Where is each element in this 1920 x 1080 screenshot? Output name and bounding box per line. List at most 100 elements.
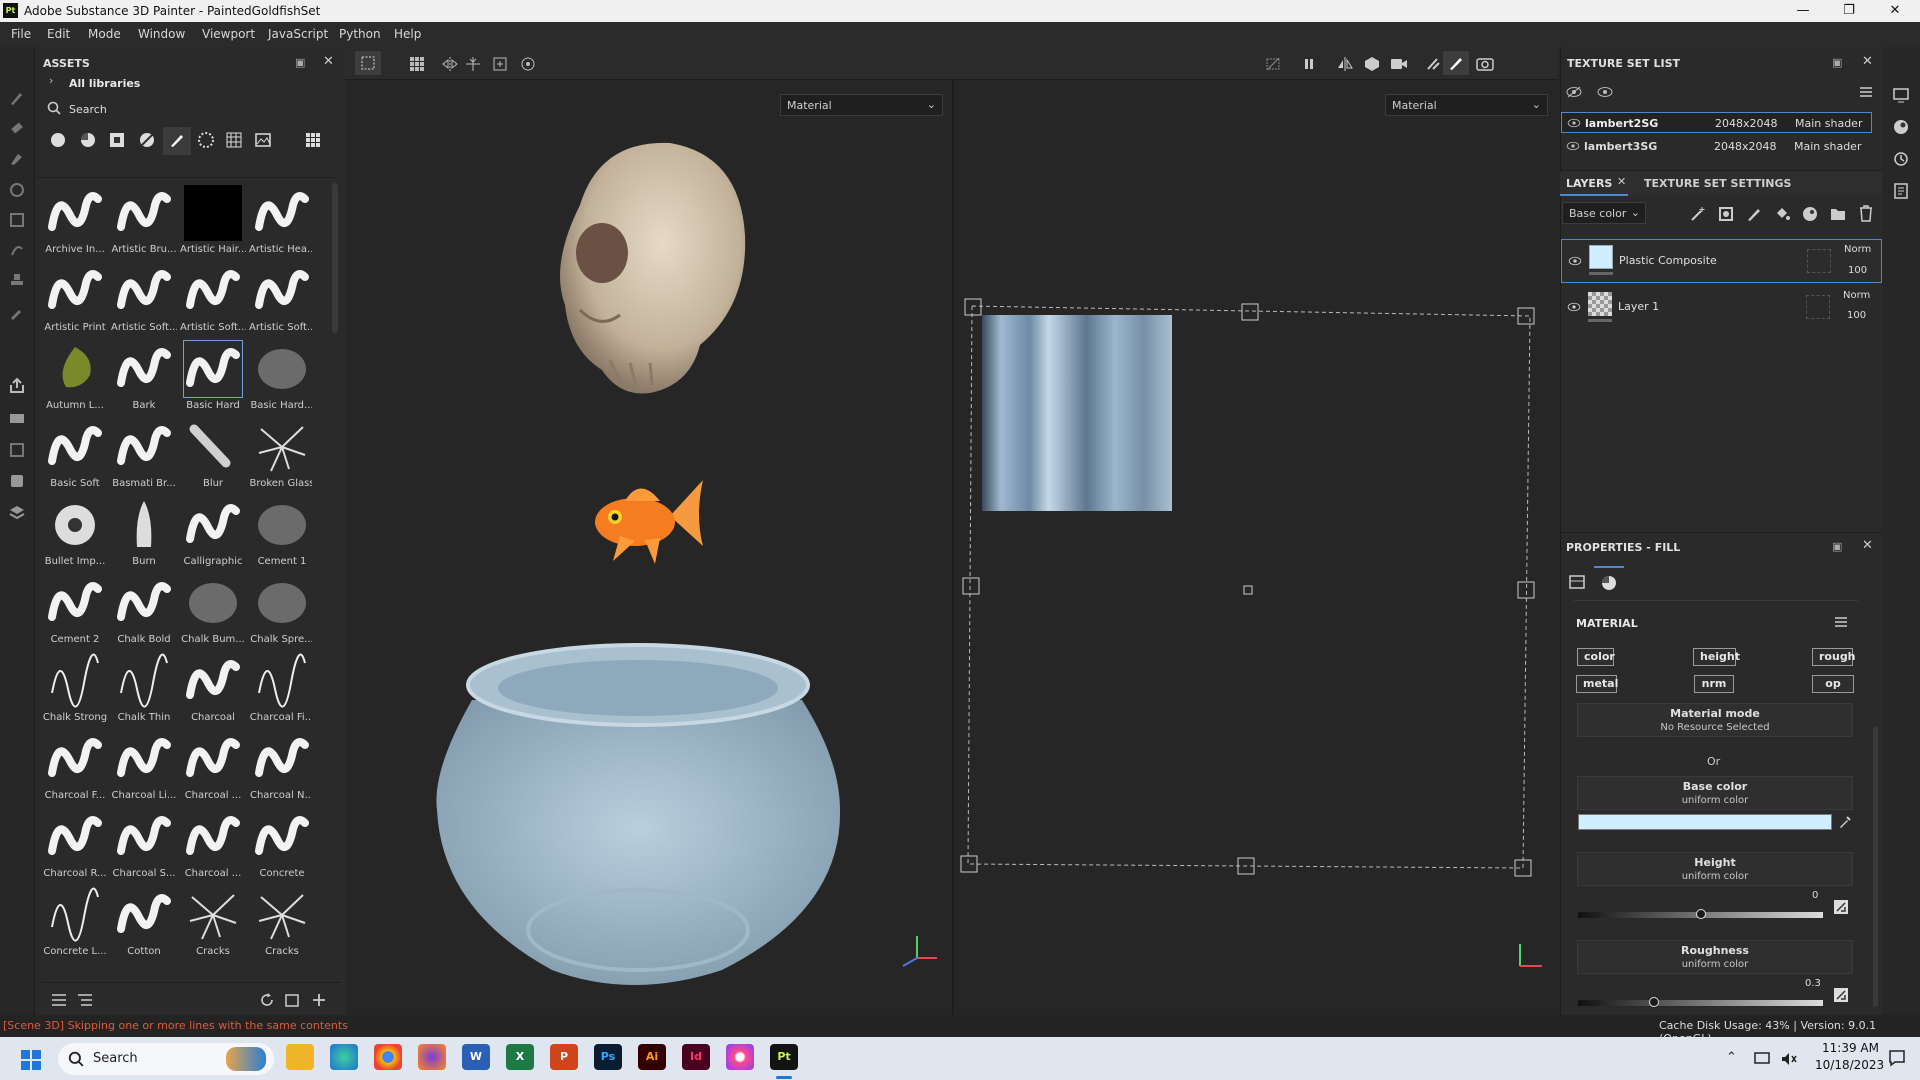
layer-row[interactable]: Plastic Composite Norm 100 [1561,239,1882,283]
brush-item[interactable]: Autumn L... [42,339,108,415]
color-picker-icon[interactable] [8,303,26,321]
brush-item[interactable]: Basmati Br... [111,417,177,493]
brush-item[interactable]: Charcoal Fi... [249,651,312,727]
eraser-icon[interactable] [8,119,26,137]
brush-item[interactable]: Basic Soft [42,417,108,493]
brush-item[interactable]: Charcoal S... [111,807,177,883]
roughness-slider[interactable] [1578,997,1823,1007]
brush-item[interactable]: Burn [111,495,177,571]
align-icon[interactable] [465,56,481,72]
height-slider[interactable] [1578,909,1823,919]
pause-icon[interactable] [1301,56,1317,72]
menu-viewport[interactable]: Viewport [202,27,255,41]
eye-icon[interactable] [1568,256,1582,266]
indesign-icon[interactable]: Id [682,1044,710,1070]
bake-icon[interactable] [8,409,26,427]
projection-icon[interactable] [8,149,26,167]
network-icon[interactable] [1754,1051,1772,1067]
shader-icon[interactable] [1893,119,1909,135]
channel-chip-nrm[interactable]: nrm [1694,675,1734,693]
display-mode-icon[interactable] [1364,56,1380,72]
eye-toggle-icon[interactable] [1566,86,1582,98]
layer-blend-mode[interactable]: Norm [1844,244,1871,255]
brush-item[interactable]: Charcoal F... [42,729,108,805]
eye-icon[interactable] [1597,86,1613,98]
clock-time[interactable]: 11:39 AM [1822,1041,1879,1055]
smudge-icon[interactable] [8,241,26,259]
brush-item[interactable]: Cracks [249,885,312,961]
channel-chip-height[interactable]: height [1693,648,1740,666]
fill-properties-icon[interactable] [1569,574,1585,590]
taskbar-search[interactable]: Search [58,1043,274,1075]
shader-settings-icon[interactable] [8,472,26,490]
brush-item[interactable]: Artistic Soft... [249,261,312,337]
add-folder-icon[interactable] [1830,206,1846,222]
firefox-icon[interactable] [418,1044,446,1070]
channel-dropdown[interactable]: Base color ⌄ [1562,202,1646,224]
fit-icon[interactable] [492,56,508,72]
brush-item[interactable]: Basic Hard... [249,339,312,415]
brush-item[interactable]: Artistic Soft... [180,261,246,337]
close-panel-icon[interactable]: ✕ [323,54,334,69]
library-selector[interactable]: All libraries [69,77,140,90]
layer-name[interactable]: Layer 1 [1618,300,1659,313]
float-panel-icon[interactable]: ▣ [1832,540,1842,553]
layer-mask-slot[interactable] [1806,295,1830,319]
add-paint-layer-icon[interactable] [1746,206,1762,222]
substance-painter-icon[interactable]: Pt [770,1044,798,1070]
paint-mode-button[interactable] [1443,51,1469,75]
brush-item[interactable]: Artistic Bru... [111,183,177,259]
brush-item[interactable]: Chalk Spre... [249,573,312,649]
menu-window[interactable]: Window [138,27,185,41]
edge-icon[interactable] [330,1044,358,1070]
brush-item[interactable]: Bullet Imp... [42,495,108,571]
word-icon[interactable]: W [462,1044,490,1070]
eye-icon[interactable] [1566,141,1580,151]
layer-opacity[interactable]: 100 [1847,310,1866,321]
brush-item[interactable]: Concrete [249,807,312,883]
slider-knob[interactable] [1648,997,1659,1007]
brush-item[interactable]: Artistic Hair... [180,183,246,259]
close-tab-icon[interactable]: ✕ [1617,175,1626,188]
brush-item[interactable]: Charcoal N... [249,729,312,805]
brush-item[interactable]: Chalk Bum... [180,573,246,649]
hide-overlay-icon[interactable] [1265,56,1281,72]
paint-brush-icon[interactable] [8,89,26,107]
particles-filter-icon[interactable] [198,132,214,148]
channel-chip-op[interactable]: op [1812,675,1854,693]
maximize-button[interactable]: ❐ [1826,2,1872,20]
add-smart-material-icon[interactable] [1802,206,1818,222]
viewport-2d-mode-dropdown[interactable]: Material ⌄ [1385,94,1548,116]
brush-item[interactable]: Cement 1 [249,495,312,571]
channel-chip-metal[interactable]: metal [1576,675,1618,693]
slider-knob[interactable] [1695,909,1706,919]
layer-name[interactable]: Plastic Composite [1619,254,1717,267]
brush-item[interactable]: Blur [180,417,246,493]
brush-item[interactable]: Charcoal ... [180,729,246,805]
chrome-icon[interactable] [374,1044,402,1070]
skull-model[interactable] [540,135,750,397]
add-fill-layer-icon[interactable] [1774,206,1790,222]
brush-item[interactable]: Bark [111,339,177,415]
smart-material-filter-icon[interactable] [50,132,66,148]
float-panel-icon[interactable]: ▣ [295,56,305,69]
menu-file[interactable]: File [11,27,31,41]
menu-mode[interactable]: Mode [88,27,121,41]
brush-item[interactable]: Chalk Thin [111,651,177,727]
tab-texture-set-settings[interactable]: TEXTURE SET SETTINGS [1644,177,1791,190]
layer-row[interactable]: Layer 1 Norm 100 [1561,287,1882,329]
list-view-icon[interactable] [51,993,67,1007]
screenshot-icon[interactable] [1476,56,1494,72]
tab-layers[interactable]: LAYERS [1566,177,1612,190]
menu-icon[interactable] [1859,86,1873,98]
brush-item[interactable]: Charcoal R... [42,807,108,883]
minimize-button[interactable]: — [1780,2,1826,20]
close-panel-icon[interactable]: ✕ [1862,538,1873,553]
brush-item[interactable]: Cracks [180,885,246,961]
camera-icon[interactable] [1390,56,1408,72]
new-window-icon[interactable] [284,992,300,1008]
brush-item[interactable]: Chalk Bold [111,573,177,649]
menu-help[interactable]: Help [394,27,421,41]
display-settings-icon[interactable] [8,441,26,459]
brush-item[interactable]: Charcoal Li... [111,729,177,805]
